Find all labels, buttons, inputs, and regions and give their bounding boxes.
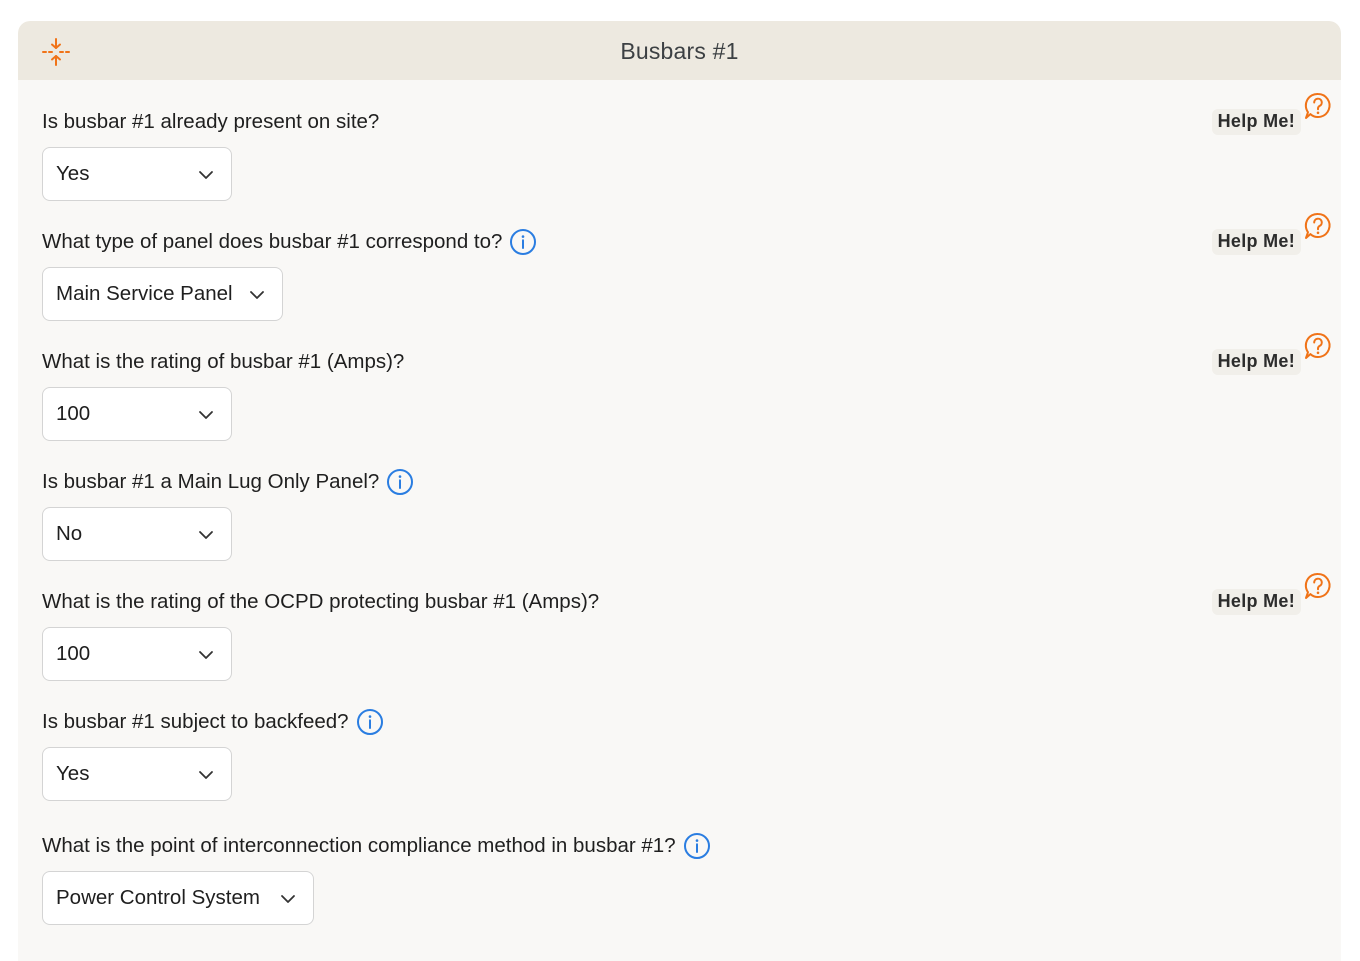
help-me-label: Help Me! (1211, 229, 1301, 255)
question-label: Is busbar #1 already present on site? (42, 110, 380, 133)
busbar-rating-select[interactable]: 100 (42, 387, 232, 441)
select-value: Main Service Panel (56, 282, 233, 305)
chevron-down-icon (199, 171, 213, 179)
section-title: Busbars #1 (620, 38, 739, 64)
question-label: What is the rating of the OCPD protectin… (42, 590, 600, 613)
busbar-section-card: Busbars #1 Is busbar #1 already present … (18, 21, 1341, 961)
help-question-icon (1304, 92, 1331, 119)
help-me-button[interactable]: Help Me! (1211, 571, 1333, 615)
chevron-down-icon (199, 411, 213, 419)
select-value: Power Control System (56, 886, 260, 909)
select-value: 100 (56, 642, 91, 665)
question-busbar-present: Is busbar #1 already present on site? Ye… (42, 92, 1341, 215)
help-me-label: Help Me! (1211, 109, 1301, 135)
chevron-down-icon (199, 531, 213, 539)
panel-type-select[interactable]: Main Service Panel (42, 267, 283, 321)
interconnection-method-select[interactable]: Power Control System (42, 871, 314, 925)
question-main-lug-only: Is busbar #1 a Main Lug Only Panel? No (42, 465, 1341, 575)
ocpd-rating-select[interactable]: 100 (42, 627, 232, 681)
question-interconnection-method: What is the point of interconnection com… (42, 829, 1341, 939)
select-value: Yes (56, 762, 90, 785)
question-label: What is the point of interconnection com… (42, 834, 676, 857)
help-me-label: Help Me! (1211, 349, 1301, 375)
question-ocpd-rating: What is the rating of the OCPD protectin… (42, 572, 1341, 695)
select-value: No (56, 522, 83, 545)
question-label: What type of panel does busbar #1 corres… (42, 230, 503, 253)
question-label: What is the rating of busbar #1 (Amps)? (42, 350, 405, 373)
backfeed-select[interactable]: Yes (42, 747, 232, 801)
question-busbar-rating: What is the rating of busbar #1 (Amps)? … (42, 332, 1341, 455)
busbar-present-select[interactable]: Yes (42, 147, 232, 201)
chevron-down-icon (199, 651, 213, 659)
info-icon[interactable] (356, 708, 384, 736)
info-icon[interactable] (509, 228, 537, 256)
section-header[interactable]: Busbars #1 (18, 21, 1341, 80)
select-value: 100 (56, 402, 91, 425)
help-me-label: Help Me! (1211, 589, 1301, 615)
select-value: Yes (56, 162, 90, 185)
help-me-button[interactable]: Help Me! (1211, 211, 1333, 255)
help-question-icon (1304, 212, 1331, 239)
question-panel-type: What type of panel does busbar #1 corres… (42, 212, 1341, 335)
chevron-down-icon (199, 771, 213, 779)
help-me-button[interactable]: Help Me! (1211, 331, 1333, 375)
info-icon[interactable] (386, 468, 414, 496)
chevron-down-icon (281, 895, 295, 903)
info-icon[interactable] (683, 832, 711, 860)
chevron-down-icon (250, 291, 264, 299)
question-label: Is busbar #1 a Main Lug Only Panel? (42, 470, 380, 493)
help-question-icon (1304, 332, 1331, 359)
help-me-button[interactable]: Help Me! (1211, 91, 1333, 135)
main-lug-only-select[interactable]: No (42, 507, 232, 561)
help-question-icon (1304, 572, 1331, 599)
question-label: Is busbar #1 subject to backfeed? (42, 710, 349, 733)
question-backfeed: Is busbar #1 subject to backfeed? Yes (42, 705, 1341, 815)
